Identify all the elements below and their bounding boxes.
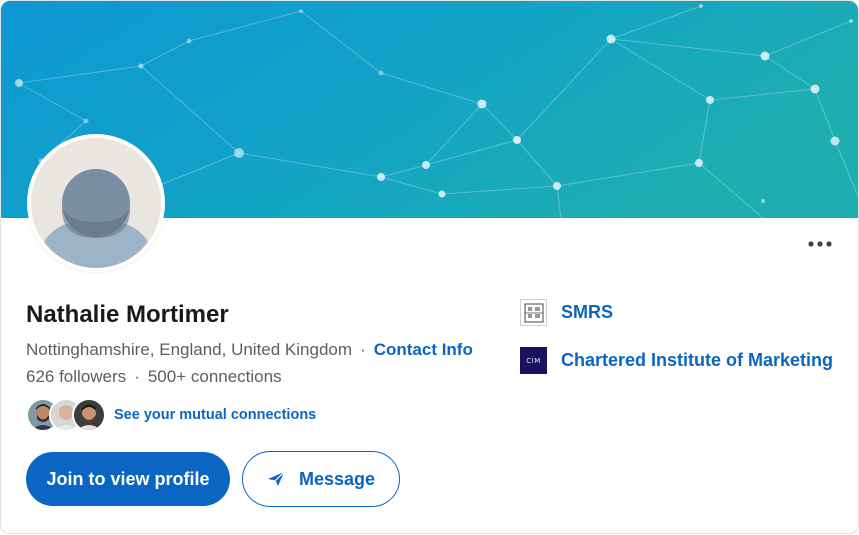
mutual-avatar bbox=[72, 398, 106, 432]
smrs-logo bbox=[520, 299, 547, 326]
profile-name: Nathalie Mortimer bbox=[26, 301, 229, 328]
stats-row: 626 followers · 500+ connections bbox=[26, 367, 282, 387]
profile-location: Nottinghamshire, England, United Kingdom bbox=[26, 340, 353, 359]
contact-info-link[interactable]: Contact Info bbox=[374, 340, 473, 359]
connections-count: 500+ connections bbox=[147, 367, 282, 386]
mutual-connections-avatars bbox=[26, 398, 106, 432]
smrs-logo-icon bbox=[524, 303, 543, 322]
location-row: Nottinghamshire, England, United Kingdom… bbox=[26, 340, 473, 360]
profile-avatar bbox=[27, 134, 165, 272]
see-mutual-connections-link[interactable]: See your mutual connections bbox=[114, 407, 316, 423]
message-button-label: Message bbox=[298, 468, 376, 489]
default-person-icon bbox=[31, 138, 161, 268]
message-button[interactable]: Message bbox=[242, 451, 400, 507]
more-options-button[interactable] bbox=[805, 233, 835, 255]
cim-logo: CIM bbox=[520, 347, 547, 374]
send-icon bbox=[267, 471, 285, 486]
mutual-connections[interactable]: See your mutual connections bbox=[26, 398, 316, 432]
separator-dot: · bbox=[360, 340, 366, 359]
org-name: SMRS bbox=[561, 302, 614, 322]
org-item-chartered-institute-of-marketing[interactable]: CIM Chartered Institute of Marketing bbox=[520, 347, 833, 374]
cim-logo-text: CIM bbox=[526, 356, 541, 365]
org-name: Chartered Institute of Marketing bbox=[561, 350, 834, 370]
org-item-smrs[interactable]: SMRS bbox=[520, 299, 613, 326]
separator-dot: · bbox=[134, 367, 140, 386]
profile-card: Nathalie Mortimer Nottinghamshire, Engla… bbox=[0, 0, 859, 534]
followers-count: 626 followers bbox=[26, 367, 127, 386]
ellipsis-icon bbox=[808, 241, 832, 247]
join-to-view-profile-button[interactable]: Join to view profile bbox=[26, 452, 230, 506]
